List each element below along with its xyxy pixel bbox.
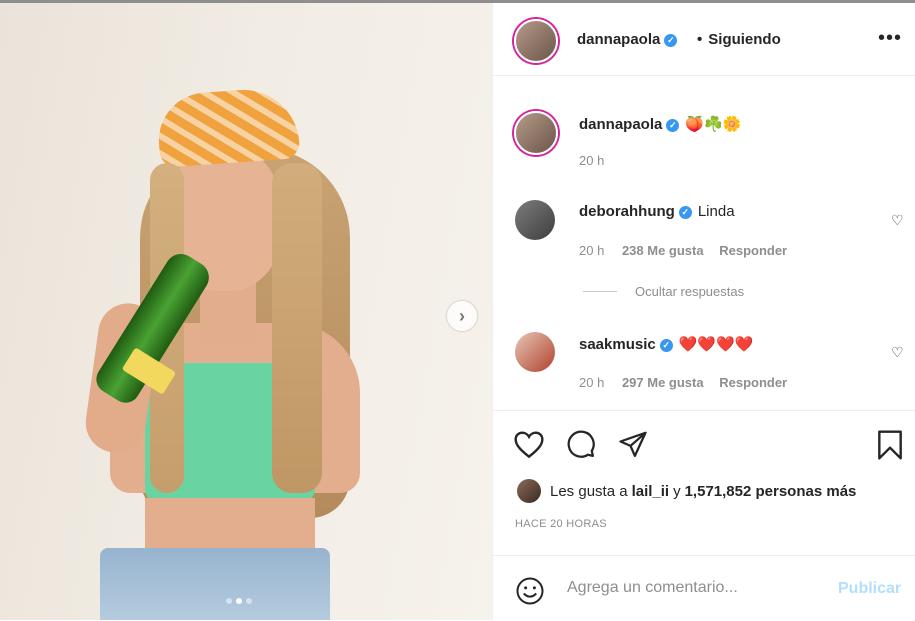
comment-text: ❤️❤️❤️❤️ xyxy=(678,336,754,353)
comment-row: deborahhung ✓ Linda xyxy=(579,203,735,220)
share-send-icon[interactable] xyxy=(617,429,649,459)
divider-line xyxy=(583,291,617,292)
like-heart-icon[interactable] xyxy=(513,429,545,459)
photo-hair-right xyxy=(272,163,322,493)
post-image[interactable]: › xyxy=(0,3,492,620)
author-username[interactable]: dannapaola ✓ xyxy=(577,31,678,48)
post-header: dannapaola ✓ • Siguiendo ••• xyxy=(493,3,915,76)
author-avatar[interactable] xyxy=(514,19,558,63)
liker-avatar[interactable] xyxy=(517,479,541,503)
verified-icon: ✓ xyxy=(666,118,680,132)
comment-likes[interactable]: 297 Me gusta xyxy=(622,375,704,390)
following-label[interactable]: Siguiendo xyxy=(708,31,781,48)
emoji-icon[interactable] xyxy=(515,576,545,606)
carousel-dots xyxy=(226,598,252,604)
comment-input[interactable] xyxy=(565,572,819,604)
likes-prefix: Les gusta a xyxy=(550,482,628,500)
reply-button[interactable]: Responder xyxy=(719,243,787,258)
comment-meta: 20 h 238 Me gusta Responder xyxy=(579,243,787,258)
carousel-next-button[interactable]: › xyxy=(447,301,477,331)
action-bar xyxy=(493,410,915,469)
hide-replies-button[interactable]: Ocultar respuestas xyxy=(583,284,744,299)
verified-icon: ✓ xyxy=(659,338,673,352)
hide-replies-label[interactable]: Ocultar respuestas xyxy=(635,284,744,299)
caption-row: dannapaola ✓ 🍑☘️🌼 xyxy=(579,115,741,133)
like-comment-heart-icon[interactable]: ♡ xyxy=(891,344,905,360)
comment-bubble-icon[interactable] xyxy=(565,429,597,459)
photo-neck xyxy=(200,283,256,343)
likes-count[interactable]: 1,571,852 personas más xyxy=(685,483,857,500)
post-sidebar: dannapaola ✓ • Siguiendo ••• dannapaola ✓ 🍑☘… xyxy=(492,3,915,620)
liker-username[interactable]: lail_ii xyxy=(632,483,670,500)
verified-icon: ✓ xyxy=(678,205,692,219)
author-username-text[interactable]: dannapaola xyxy=(577,31,660,48)
caption-text: 🍑☘️🌼 xyxy=(685,116,742,133)
photo-jeans xyxy=(100,548,330,620)
comment-likes[interactable]: 238 Me gusta xyxy=(622,243,704,258)
likes-connector: y xyxy=(673,482,681,500)
comment-row: saakmusic ✓ ❤️❤️❤️❤️ xyxy=(579,335,753,353)
comment-meta: 20 h 297 Me gusta Responder xyxy=(579,375,787,390)
follow-status[interactable]: • Siguiendo xyxy=(697,31,781,48)
verified-icon: ✓ xyxy=(664,33,678,47)
caption-avatar[interactable] xyxy=(514,111,558,155)
reply-button[interactable]: Responder xyxy=(719,375,787,390)
comment-time: 20 h xyxy=(579,375,605,390)
comment-text: Linda xyxy=(697,203,735,220)
caption-username[interactable]: dannapaola xyxy=(579,116,662,133)
comment-username[interactable]: deborahhung xyxy=(579,203,675,220)
caption-time: 20 h xyxy=(579,153,605,168)
comment-username[interactable]: saakmusic xyxy=(579,336,656,353)
commenter-avatar[interactable] xyxy=(515,200,555,240)
chevron-right-icon: › xyxy=(459,305,465,326)
save-bookmark-icon[interactable] xyxy=(875,429,905,461)
separator-dot: • xyxy=(697,31,703,48)
like-comment-heart-icon[interactable]: ♡ xyxy=(891,212,905,228)
commenter-avatar[interactable] xyxy=(515,332,555,372)
carousel-dot xyxy=(246,598,252,604)
carousel-dot-active xyxy=(236,598,242,604)
likes-summary: Les gusta a lail_ii y 1,571,852 personas… xyxy=(517,479,856,503)
add-comment-bar: Publicar xyxy=(493,555,915,621)
publish-button[interactable]: Publicar xyxy=(838,580,901,598)
more-icon[interactable]: ••• xyxy=(878,27,902,50)
comment-time: 20 h xyxy=(579,243,605,258)
carousel-dot xyxy=(226,598,232,604)
post-timestamp[interactable]: HACE 20 HORAS xyxy=(515,518,607,530)
